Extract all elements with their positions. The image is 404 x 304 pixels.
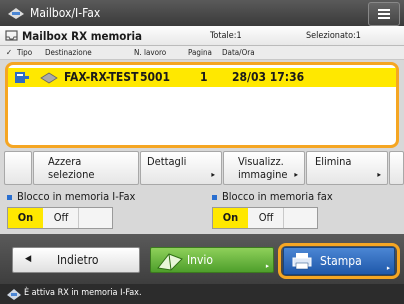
preview-button[interactable]: Visualizz. immagine ▸ — [223, 151, 305, 185]
preview-label: Visualizz. immagine — [238, 155, 288, 181]
menu-icon — [378, 9, 390, 11]
row-pages: 1 — [200, 70, 208, 84]
document-list[interactable]: FAX-RX-TEST 5001 1 28/03 17:36 — [5, 62, 399, 148]
row-datetime: 28/03 17:36 — [232, 70, 305, 84]
print-button[interactable]: Stampa ▸ — [283, 247, 395, 275]
scroll-button[interactable] — [389, 151, 404, 185]
print-icon — [292, 253, 312, 270]
fax-type-icon — [40, 72, 58, 84]
col-pages: Pagina — [188, 48, 212, 57]
details-button[interactable]: Dettagli ▸ — [140, 151, 222, 185]
status-fax-icon — [7, 289, 21, 300]
ifax-off-button[interactable]: Off — [44, 208, 79, 228]
details-label: Dettagli — [147, 155, 187, 168]
menu-button[interactable] — [368, 2, 400, 26]
check-column-icon: ✓ — [6, 48, 13, 57]
menu-icon-line — [378, 13, 390, 15]
arrow-icon: ▸ — [265, 262, 269, 270]
back-arrow-icon: ◀ — [25, 254, 32, 264]
row-job-no: 5001 — [140, 70, 171, 84]
send-label: Invio — [187, 253, 214, 267]
back-button[interactable]: ◀ Indietro — [12, 247, 140, 273]
arrow-icon: ▸ — [377, 170, 381, 179]
title-bar: Mailbox/I-Fax — [0, 0, 404, 26]
mailbox-app-icon — [8, 8, 24, 19]
delete-label: Elimina — [315, 155, 352, 168]
column-header: ✓ Tipo Destinazione N. lavoro Pagina Dat… — [0, 46, 404, 60]
status-bar: È attiva RX in memoria I-Fax. — [0, 284, 404, 304]
arrow-icon: ▸ — [386, 264, 390, 272]
fax-memory-toggle[interactable]: On Off — [212, 207, 318, 229]
inbox-icon — [5, 30, 18, 41]
arrow-icon: ▸ — [211, 170, 215, 179]
bullet-icon — [212, 194, 217, 200]
app-title: Mailbox/I-Fax — [30, 6, 101, 20]
send-icon — [157, 253, 183, 271]
col-job-no: N. lavoro — [134, 48, 167, 57]
print-label: Stampa — [320, 254, 362, 268]
back-label: Indietro — [57, 253, 99, 267]
fax-off-button[interactable]: Off — [249, 208, 284, 228]
table-row[interactable]: FAX-RX-TEST 5001 1 28/03 17:36 — [8, 68, 396, 87]
clear-selection-label: Azzera selezione — [48, 155, 95, 181]
send-button[interactable]: Invio ▸ — [150, 247, 274, 273]
selected-count: Selezionato:1 — [306, 31, 361, 41]
ifax-memory-toggle[interactable]: On Off — [7, 207, 113, 229]
box-info-row: Mailbox RX memoria Totale:1 Selezionato:… — [0, 26, 404, 46]
menu-icon-line — [378, 17, 390, 19]
ifax-memory-label: Blocco in memoria I-Fax — [7, 190, 135, 203]
ifax-memory-text: Blocco in memoria I-Fax — [17, 190, 136, 203]
ifax-on-button[interactable]: On — [8, 208, 43, 228]
status-text: È attiva RX in memoria I-Fax. — [24, 288, 142, 298]
select-all-button[interactable] — [4, 151, 32, 185]
arrow-icon: ▸ — [294, 170, 298, 179]
fax-memory-label: Blocco in memoria fax — [212, 190, 333, 203]
delete-button[interactable]: Elimina ▸ — [306, 151, 388, 185]
col-type: Tipo — [17, 48, 33, 57]
box-name: Mailbox RX memoria — [22, 29, 143, 43]
clear-selection-button[interactable]: Azzera selezione — [33, 151, 139, 185]
received-doc-icon — [15, 72, 29, 83]
fax-on-button[interactable]: On — [213, 208, 248, 228]
col-destination: Destinazione — [45, 48, 92, 57]
fax-memory-text: Blocco in memoria fax — [222, 190, 333, 203]
total-count: Totale:1 — [210, 31, 242, 41]
col-datetime: Data/Ora — [222, 48, 255, 57]
row-destination: FAX-RX-TEST — [64, 70, 139, 84]
bullet-icon — [7, 194, 12, 200]
